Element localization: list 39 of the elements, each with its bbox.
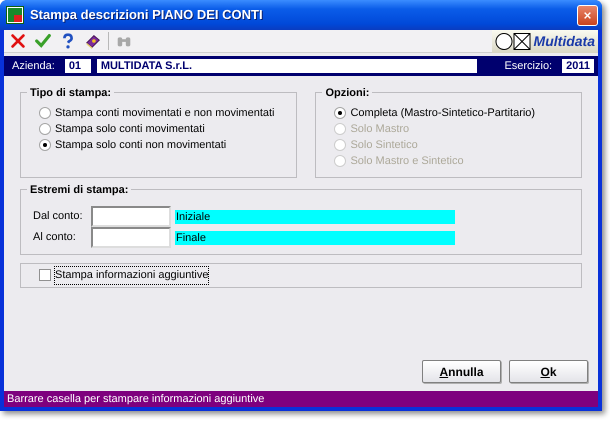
account-description: Iniziale xyxy=(175,210,455,224)
window-title: Stampa descrizioni PIANO DEI CONTI xyxy=(30,6,264,24)
radio-label[interactable]: Stampa solo conti movimentati xyxy=(55,120,205,138)
radio-option[interactable]: Stampa solo conti non movimentati xyxy=(39,137,286,153)
close-icon[interactable] xyxy=(584,10,591,20)
group-title: Estremi di stampa: xyxy=(27,182,132,198)
radio-button[interactable] xyxy=(334,107,346,119)
company-code: 01 xyxy=(64,59,91,73)
field-label: Al conto: xyxy=(33,230,77,246)
ok-button[interactable]: Ok xyxy=(509,360,588,383)
input-field[interactable] xyxy=(91,206,171,227)
company-label: Azienda: xyxy=(12,58,55,74)
group-title: Opzioni: xyxy=(322,85,372,102)
account-description: Finale xyxy=(175,230,455,244)
close-button[interactable] xyxy=(577,4,598,26)
cancel-button[interactable]: Annulla xyxy=(422,360,501,383)
app-icon xyxy=(6,6,24,24)
radio-button[interactable] xyxy=(39,123,51,135)
year-value: 2011 xyxy=(562,59,594,73)
field-label: Dal conto: xyxy=(33,209,84,224)
checkbox-label[interactable]: Stampa informazioni aggiuntive xyxy=(55,267,208,284)
cancel-icon[interactable] xyxy=(8,31,28,51)
radio-option[interactable]: Completa (Mastro-Sintetico-Partitario) xyxy=(334,105,571,121)
radio-label[interactable]: Stampa conti movimentati e non movimentati xyxy=(55,104,274,122)
radio-button[interactable] xyxy=(39,139,51,151)
input-field[interactable] xyxy=(91,227,171,248)
group-title: Tipo di stampa: xyxy=(27,85,114,102)
radio-option[interactable]: Stampa conti movimentati e non movimentati xyxy=(39,105,286,121)
year-label: Esercizio: xyxy=(504,58,552,74)
checkbox[interactable] xyxy=(39,269,51,282)
logo-text: Multidata xyxy=(534,32,595,50)
logo-icon xyxy=(494,32,533,50)
radio-label[interactable]: Completa (Mastro-Sintetico-Partitario) xyxy=(350,104,536,122)
radio-button[interactable] xyxy=(39,107,51,119)
radio-label[interactable]: Stampa solo conti non movimentati xyxy=(55,136,226,154)
radio-option[interactable]: Stampa solo conti movimentati xyxy=(39,121,286,137)
checkmark-icon[interactable] xyxy=(33,31,53,51)
company-name: MULTIDATA S.r.L. xyxy=(96,59,477,73)
status-bar: Barrare casella per stampare informazioni aggiuntive xyxy=(4,391,598,407)
